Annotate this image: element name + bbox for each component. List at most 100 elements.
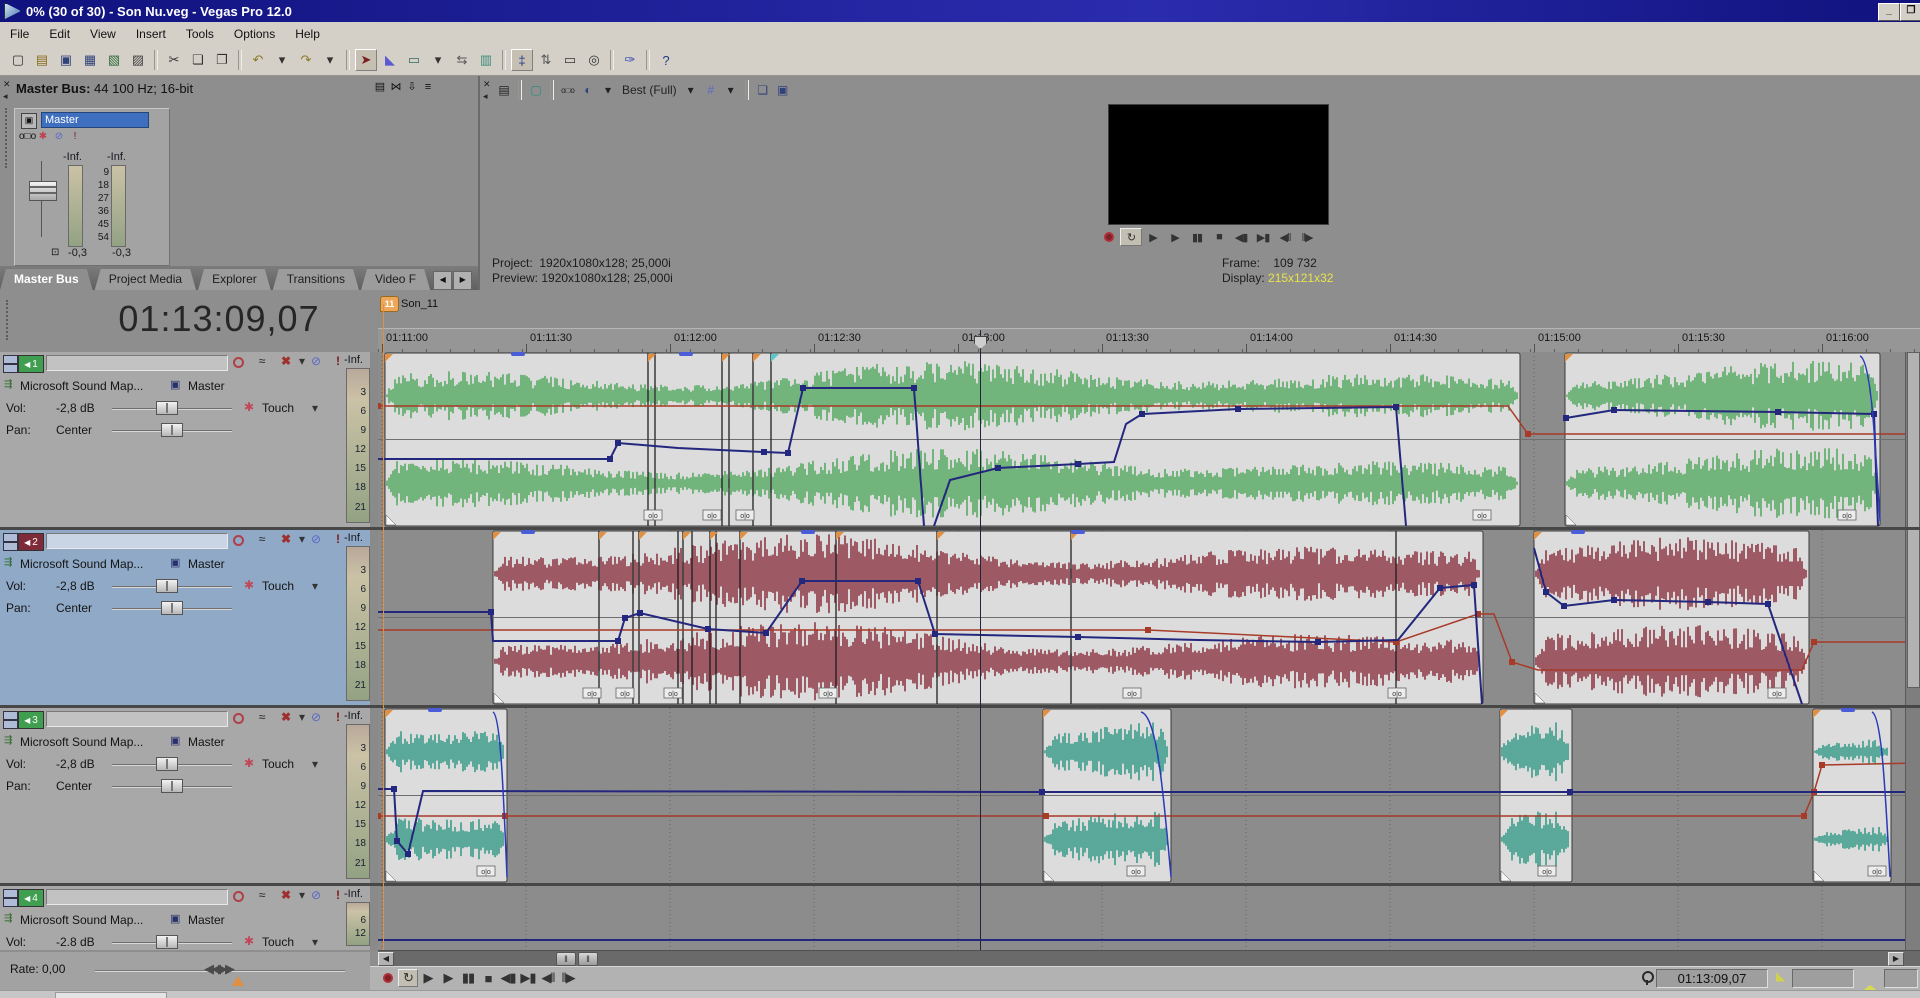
overlays-dropdown[interactable]: ▾ bbox=[721, 83, 741, 97]
restore-button[interactable]: ❐ bbox=[1900, 3, 1920, 21]
properties-icon[interactable]: ▤ bbox=[372, 80, 388, 93]
tab-master-bus[interactable]: Master Bus bbox=[0, 269, 93, 290]
pin-pane-icon[interactable]: ◂ bbox=[483, 92, 488, 101]
previous-frame-button[interactable]: ◀‖ bbox=[1274, 228, 1296, 246]
master-bus-button[interactable]: ▣ bbox=[21, 113, 37, 129]
horizontal-scrollbar[interactable]: ◀ ‖ ‖ ▶ bbox=[378, 950, 1920, 967]
vertical-scrollbar-thumb[interactable] bbox=[1907, 352, 1920, 688]
marker-bar[interactable]: 11 Son_11 bbox=[378, 290, 1920, 328]
input-device-label[interactable]: Microsoft Sound Map... bbox=[20, 913, 143, 927]
preview-quality-dropdown[interactable]: ▾ bbox=[681, 83, 701, 97]
import-media-button[interactable]: ▧ bbox=[103, 49, 125, 71]
pan-slider-handle[interactable] bbox=[161, 779, 183, 793]
insert-fx-icon[interactable]: o□o bbox=[19, 131, 35, 142]
volume-slider-handle[interactable] bbox=[156, 935, 178, 949]
pan-slider-handle[interactable] bbox=[161, 601, 183, 615]
new-project-button[interactable]: ▢ bbox=[7, 49, 29, 71]
loop-playback-button[interactable]: ↻ bbox=[1120, 228, 1142, 246]
envelope-edit-tool-button[interactable]: ◣ bbox=[379, 49, 401, 71]
mute-button[interactable]: ⊘ bbox=[306, 710, 326, 724]
pen-tool-button[interactable]: ✑ bbox=[619, 49, 641, 71]
arm-record-button[interactable] bbox=[228, 357, 248, 371]
automation-settings-icon[interactable]: ✱ bbox=[244, 400, 254, 414]
cursor-time-field[interactable]: 01:13:09,07 bbox=[1656, 969, 1768, 988]
preview-properties-icon[interactable]: ▤ bbox=[494, 83, 514, 97]
undo-dropdown-button[interactable]: ▾ bbox=[271, 49, 293, 71]
fader-lock-icon[interactable]: ⊡ bbox=[51, 247, 59, 258]
pin-pane-icon[interactable]: ◂ bbox=[3, 92, 8, 101]
tab-explorer[interactable]: Explorer bbox=[198, 269, 271, 290]
mute-icon[interactable]: ⊘ bbox=[51, 131, 67, 142]
preview-quality-select[interactable]: Best (Full) bbox=[618, 83, 681, 97]
automation-mode-label[interactable]: Touch bbox=[262, 401, 294, 415]
input-device-label[interactable]: Microsoft Sound Map... bbox=[20, 735, 143, 749]
master-fader-handle[interactable] bbox=[29, 181, 57, 201]
automation-mode-label[interactable]: Touch bbox=[262, 935, 294, 949]
pan-value[interactable]: Center bbox=[56, 601, 92, 615]
redo-button[interactable]: ↷ bbox=[295, 49, 317, 71]
track-1-timeline[interactable]: o|oo|oo|oo|oo|o bbox=[378, 352, 1920, 527]
split-screen-dropdown[interactable]: ▾ bbox=[598, 83, 618, 97]
close-pane-icon[interactable]: ✕ bbox=[3, 80, 11, 89]
video-fx-icon[interactable]: o□o bbox=[558, 86, 578, 95]
open-project-button[interactable]: ▤ bbox=[31, 49, 53, 71]
pan-value[interactable]: Center bbox=[56, 423, 92, 437]
volume-value[interactable]: -2,8 dB bbox=[56, 579, 95, 593]
minimize-button[interactable]: _ bbox=[1878, 3, 1900, 21]
menu-view[interactable]: View bbox=[80, 24, 126, 44]
copy-snapshot-icon[interactable]: ❏ bbox=[753, 83, 773, 97]
volume-value[interactable]: -2,8 dB bbox=[56, 757, 95, 771]
selection-tool-dropdown-button[interactable]: ▾ bbox=[427, 49, 449, 71]
auto-ripple-button[interactable]: ⇅ bbox=[535, 49, 557, 71]
mute-button[interactable]: ⊘ bbox=[306, 354, 326, 368]
track-header-2[interactable]: ◀2≈✖▾⊘!-Inf.36912151821⇶Microsoft Sound … bbox=[0, 530, 378, 705]
pan-slider[interactable] bbox=[112, 786, 232, 788]
normal-edit-tool-button[interactable]: ➤ bbox=[355, 49, 377, 71]
restore-track-button[interactable] bbox=[3, 542, 18, 551]
minimize-track-button[interactable] bbox=[3, 711, 18, 720]
tab-scroll-right[interactable]: ▶ bbox=[453, 271, 472, 290]
menu-file[interactable]: File bbox=[0, 24, 39, 44]
track-2-timeline[interactable]: o|oo|oo|oo|oo|oo|oo|o bbox=[378, 530, 1920, 705]
automation-mode-label[interactable]: Touch bbox=[262, 757, 294, 771]
split-screen-icon[interactable]: ◐ bbox=[578, 83, 598, 97]
go-to-start-button[interactable]: ◀▮ bbox=[498, 969, 518, 987]
master-name-field[interactable]: Master bbox=[41, 112, 149, 128]
arm-record-button[interactable] bbox=[228, 535, 248, 549]
external-monitor-icon[interactable]: ▢ bbox=[526, 83, 546, 97]
arm-record-button[interactable] bbox=[228, 891, 248, 905]
pane-grip[interactable] bbox=[5, 108, 9, 168]
input-device-icon[interactable]: ⇶ bbox=[4, 735, 12, 746]
restore-track-button[interactable] bbox=[3, 898, 18, 907]
automation-settings-icon[interactable]: ✱ bbox=[244, 578, 254, 592]
automation-settings-icon[interactable]: ✱ bbox=[244, 756, 254, 770]
rate-shuttle-handle[interactable]: ◀◀▶▶ bbox=[204, 961, 232, 977]
save-snapshot-icon[interactable]: ▣ bbox=[773, 83, 793, 97]
bus-assign-button[interactable]: ▣ bbox=[170, 378, 180, 391]
pan-slider[interactable] bbox=[112, 430, 232, 432]
volume-slider[interactable] bbox=[112, 408, 232, 410]
record-button[interactable] bbox=[378, 969, 398, 987]
project-properties-button[interactable]: ▦ bbox=[79, 49, 101, 71]
loop-playback-button[interactable]: ↻ bbox=[398, 969, 418, 987]
zoom-thumb-handle-left[interactable]: ‖ bbox=[556, 952, 576, 966]
track-header-4[interactable]: ◀4≈✖▾⊘!-Inf.612⇶Microsoft Sound Map...▣M… bbox=[0, 886, 378, 950]
input-device-icon[interactable]: ⇶ bbox=[4, 913, 12, 924]
tab-video-f[interactable]: Video F bbox=[361, 269, 430, 290]
volume-value[interactable]: -2.8 dB bbox=[56, 935, 95, 949]
scroll-right-button[interactable]: ▶ bbox=[1888, 952, 1904, 966]
track-envelope-icon[interactable]: ≈ bbox=[252, 710, 272, 724]
menu-tools[interactable]: Tools bbox=[176, 24, 224, 44]
close-pane-icon[interactable]: ✕ bbox=[483, 80, 491, 89]
next-frame-button[interactable]: ‖▶ bbox=[1296, 228, 1318, 246]
stop-button[interactable]: ■ bbox=[478, 969, 498, 987]
edit-details-button[interactable]: ▨ bbox=[127, 49, 149, 71]
input-device-icon[interactable]: ⇶ bbox=[4, 379, 12, 390]
track-envelope-icon[interactable]: ≈ bbox=[252, 888, 272, 902]
track-name-field[interactable] bbox=[46, 711, 228, 727]
input-device-label[interactable]: Microsoft Sound Map... bbox=[20, 557, 143, 571]
redo-dropdown-button[interactable]: ▾ bbox=[319, 49, 341, 71]
mute-button[interactable]: ⊘ bbox=[306, 532, 326, 546]
input-device-label[interactable]: Microsoft Sound Map... bbox=[20, 379, 143, 393]
enable-snapping-button[interactable]: ‡ bbox=[511, 49, 533, 71]
